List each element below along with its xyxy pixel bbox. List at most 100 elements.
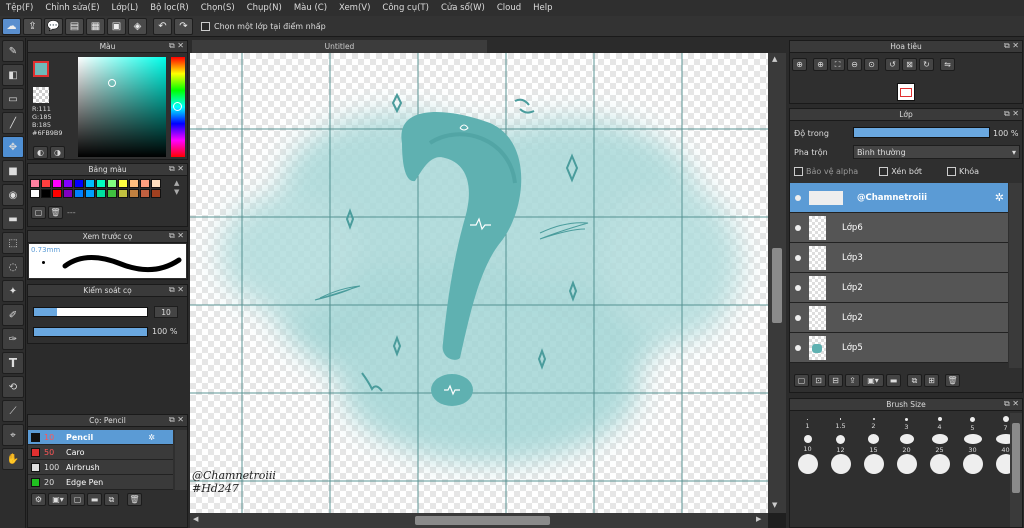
- text-tool-icon[interactable]: T: [2, 352, 24, 374]
- new-layer-icon[interactable]: ▢: [794, 374, 809, 387]
- menu-item[interactable]: Tệp(F): [0, 3, 39, 13]
- eye-icon[interactable]: [795, 224, 801, 231]
- eyedropper-icon[interactable]: ⌖: [2, 424, 24, 446]
- brush-copy-icon[interactable]: ▢: [70, 493, 85, 506]
- panel-close-icon[interactable]: ⧉ ✕: [1004, 109, 1019, 119]
- brush-size-preset[interactable]: 20: [891, 434, 922, 454]
- menu-item[interactable]: Màu (C): [288, 3, 333, 13]
- new-layer-8bit-icon[interactable]: ⊡: [811, 374, 826, 387]
- brush-add-icon[interactable]: ⚙: [31, 493, 46, 506]
- frame-tool-icon[interactable]: ⟲: [2, 376, 24, 398]
- palette-swatch[interactable]: [118, 189, 128, 198]
- palette-swatch[interactable]: [74, 179, 84, 188]
- brush-size-preset[interactable]: [858, 454, 889, 474]
- layer-item[interactable]: Lớp6: [790, 213, 1008, 243]
- hand-tool-icon[interactable]: ✋: [2, 448, 24, 470]
- delete-layer-icon[interactable]: 🗑: [945, 374, 960, 387]
- blend-mode-select[interactable]: Bình thường ▾: [853, 145, 1020, 159]
- brush-size-preset[interactable]: [924, 454, 955, 474]
- scroll-left-icon[interactable]: ◀: [193, 515, 198, 523]
- brush-size-scrollbar[interactable]: [1010, 413, 1022, 527]
- select-rect-icon[interactable]: ⬚: [2, 232, 24, 254]
- menu-item[interactable]: Xem(V): [333, 3, 376, 13]
- eye-icon[interactable]: [795, 284, 801, 291]
- zoom-fit-in-icon[interactable]: ⊕: [813, 58, 828, 71]
- palette-swatch[interactable]: [107, 189, 117, 198]
- size-value[interactable]: 10: [154, 306, 178, 318]
- scroll-down-icon[interactable]: ▼: [772, 501, 777, 509]
- palette-swatch[interactable]: [41, 189, 51, 198]
- menu-item[interactable]: Chỉnh sửa(E): [39, 3, 105, 13]
- hue-slider[interactable]: [171, 57, 185, 157]
- line-tool-icon[interactable]: ╱: [2, 112, 24, 134]
- palette-swatch[interactable]: [107, 179, 117, 188]
- navigator-viewport[interactable]: [900, 88, 912, 97]
- panel-close-icon[interactable]: ⧉ ✕: [169, 164, 184, 174]
- brush-delete-icon[interactable]: 🗑: [127, 493, 142, 506]
- palette-swatch[interactable]: [63, 179, 73, 188]
- brush-menu-icon[interactable]: ▣▾: [48, 493, 68, 506]
- panel-close-icon[interactable]: ⧉ ✕: [169, 285, 184, 295]
- brush-list-scrollbar[interactable]: [175, 430, 187, 490]
- select-layer-checkbox[interactable]: [201, 21, 210, 31]
- color-mode-icon[interactable]: ◐: [33, 146, 48, 159]
- cloud-icon[interactable]: ☁: [2, 17, 21, 35]
- rotate-right-icon[interactable]: ↻: [919, 58, 934, 71]
- panel-close-icon[interactable]: ⧉ ✕: [1004, 399, 1019, 409]
- navigator-thumbnail[interactable]: [897, 83, 915, 101]
- new-palette-icon[interactable]: ▢: [31, 206, 46, 219]
- brush-size-preset[interactable]: 10: [792, 434, 823, 454]
- menu-item[interactable]: Lớp(L): [106, 3, 145, 13]
- chat-icon[interactable]: 💬: [44, 17, 63, 35]
- palette-swatch[interactable]: [52, 179, 62, 188]
- flip-icon[interactable]: ⇋: [940, 58, 955, 71]
- panel-close-icon[interactable]: ⧉ ✕: [169, 231, 184, 241]
- redo-icon[interactable]: ↷: [174, 17, 193, 35]
- layer-item[interactable]: @Chamnetroiii ✲: [790, 183, 1008, 213]
- scroll-right-icon[interactable]: ▶: [756, 515, 761, 523]
- panel-close-icon[interactable]: ⧉ ✕: [1004, 41, 1019, 51]
- brush-size-preset[interactable]: 25: [924, 434, 955, 454]
- brush-size-preset[interactable]: [957, 454, 988, 474]
- brush-size-preset[interactable]: [792, 454, 823, 474]
- saturation-value-picker[interactable]: [78, 57, 166, 157]
- fill-rect-tool-icon[interactable]: ■: [2, 160, 24, 182]
- clipping-checkbox[interactable]: [879, 167, 889, 176]
- zoom-in-icon[interactable]: ⊕: [792, 58, 807, 71]
- layer-opacity-slider[interactable]: [853, 127, 990, 138]
- panel-close-icon[interactable]: ⧉ ✕: [169, 415, 184, 425]
- rectangle-tool-icon[interactable]: ▭: [2, 88, 24, 110]
- move-tool-icon[interactable]: ✥: [2, 136, 24, 158]
- brush-folder-icon[interactable]: ▬: [87, 493, 102, 506]
- palette-swatch[interactable]: [85, 179, 95, 188]
- palette-swatch[interactable]: [151, 189, 161, 198]
- drawing-canvas[interactable]: @Chamnetroiii #Hd247: [190, 53, 768, 513]
- layer-folder-icon[interactable]: ▬: [886, 374, 901, 387]
- palette-scroll[interactable]: ▲ ▼: [174, 179, 179, 197]
- undo-icon[interactable]: ↶: [153, 17, 172, 35]
- layer-item[interactable]: Lớp3: [790, 243, 1008, 273]
- divide-tool-icon[interactable]: ⟋: [2, 400, 24, 422]
- brush-item[interactable]: 50 Caro: [28, 445, 173, 460]
- new-layer-1bit-icon[interactable]: ⊟: [828, 374, 843, 387]
- menu-item[interactable]: Chụp(N): [241, 3, 288, 13]
- eye-icon[interactable]: [795, 344, 801, 351]
- bucket-tool-icon[interactable]: ◉: [2, 184, 24, 206]
- zoom-actual-icon[interactable]: ⊙: [864, 58, 879, 71]
- menu-item[interactable]: Help: [527, 3, 558, 13]
- brush-size-preset[interactable]: 1: [792, 414, 823, 434]
- delete-palette-icon[interactable]: 🗑: [48, 206, 63, 219]
- palette-swatch[interactable]: [96, 179, 106, 188]
- palette-swatch[interactable]: [151, 179, 161, 188]
- layer-item[interactable]: Lớp2: [790, 303, 1008, 333]
- palette-swatch[interactable]: [85, 189, 95, 198]
- gear-icon[interactable]: ✲: [148, 433, 155, 442]
- palette-swatch[interactable]: [140, 179, 150, 188]
- magic-wand-icon[interactable]: ✦: [2, 280, 24, 302]
- brush-size-preset[interactable]: [825, 454, 856, 474]
- scroll-up-icon[interactable]: ▲: [772, 55, 777, 63]
- brush-size-preset[interactable]: 1.5: [825, 414, 856, 434]
- zoom-out-icon[interactable]: ⊖: [847, 58, 862, 71]
- brush-item[interactable]: 20 Edge Pen: [28, 475, 173, 490]
- transparent-color-swatch[interactable]: [33, 87, 49, 103]
